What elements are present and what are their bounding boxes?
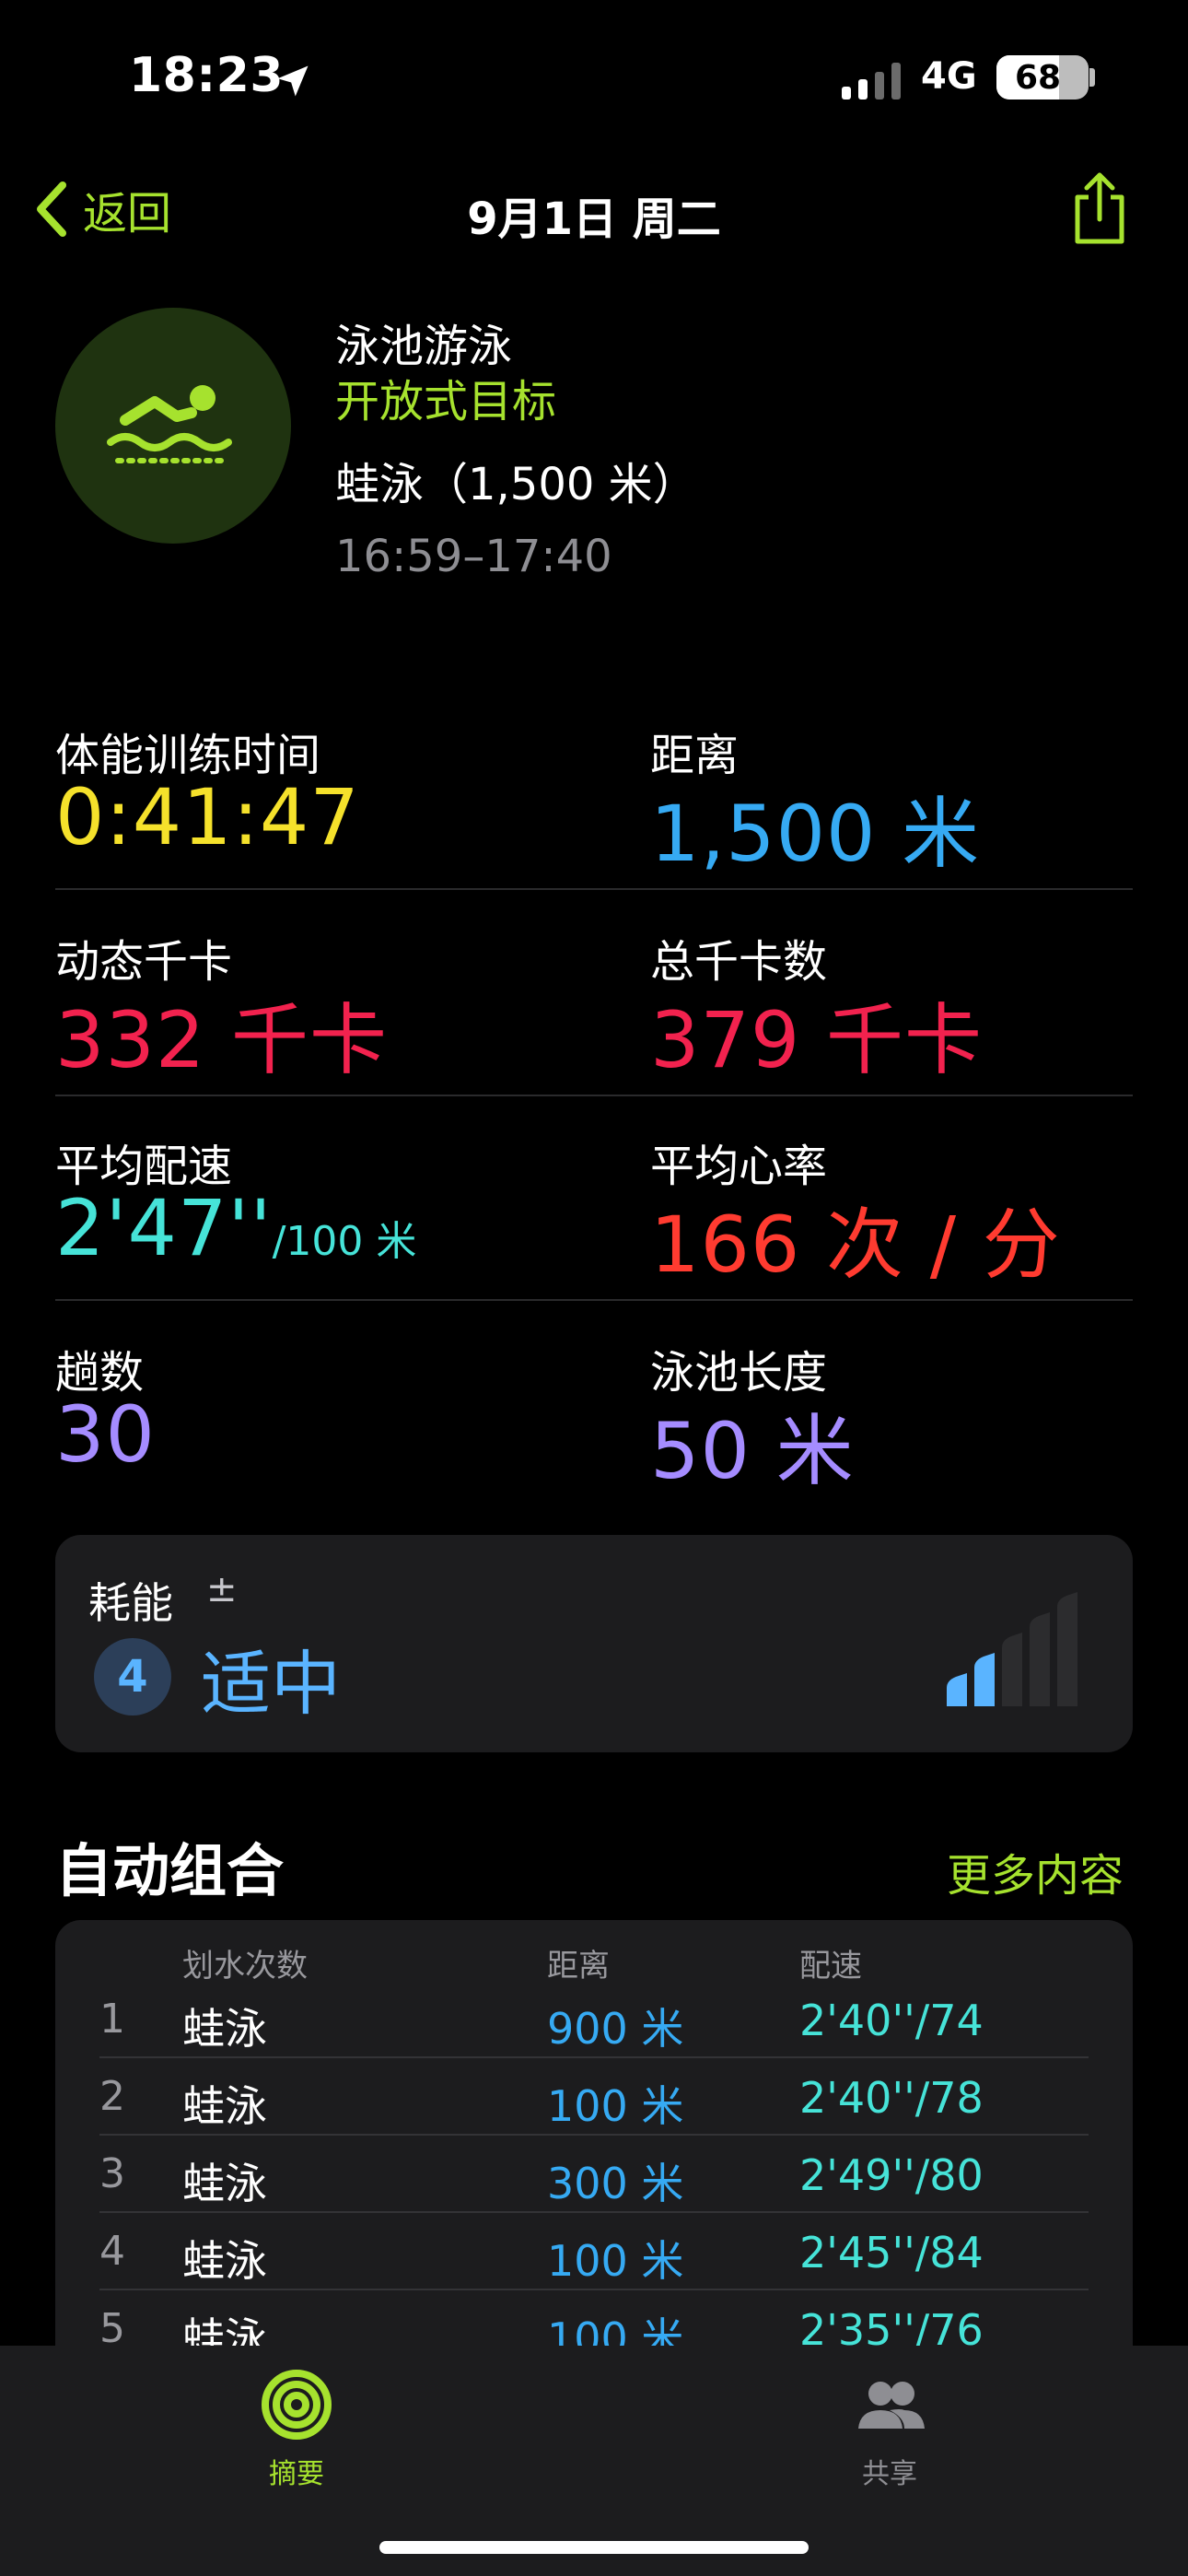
effort-adjust-icon[interactable]: ± [206,1568,238,1610]
table-row: 2 蛙泳 100 米 2'40''/78 [55,2056,1133,2134]
workout-icon [55,308,291,544]
row-distance: 300 米 [547,2159,684,2208]
battery-nub [1089,68,1095,87]
metric-value-total-calories: 379 千卡 [650,995,984,1085]
row-index: 3 [99,2150,125,2197]
row-stroke: 蛙泳 [182,2081,267,2131]
battery-level: 68 [1014,58,1062,97]
page-title: 9月1日 周二 [467,193,721,245]
row-pace: 2'40''/74 [799,1996,984,2045]
metric-unit-avg-pace: /100 米 [272,1218,417,1265]
workout-time-range: 16:59–17:40 [335,531,612,582]
row-distance: 900 米 [547,2004,684,2054]
people-icon [858,2382,925,2429]
auto-sets-title: 自动组合 [55,1837,285,1904]
metric-avg-pace: 2'47''/100 米 [55,1183,416,1273]
workout-stroke: 蛙泳（1,500 米） [335,459,697,510]
effort-level-text: 适中 [201,1643,341,1725]
home-indicator[interactable] [379,2541,809,2554]
row-pace: 2'40''/78 [799,2073,984,2123]
cellular-signal-icon [842,63,901,100]
workout-goal: 开放式目标 [335,376,557,427]
row-pace: 2'45''/84 [799,2228,984,2277]
tab-sharing-label: 共享 [862,2458,917,2490]
row-distance: 100 米 [547,2081,684,2131]
effort-bar [1002,1633,1022,1706]
table-row: 3 蛙泳 300 米 2'49''/80 [55,2134,1133,2211]
effort-bar [1030,1612,1050,1706]
metric-value-avg-pace: 2'47'' [55,1183,273,1273]
effort-bar [1057,1592,1077,1706]
metric-value-laps: 30 [55,1389,156,1480]
effort-card[interactable]: 耗能 ± 4 适中 [55,1535,1133,1752]
effort-bar [974,1653,995,1706]
effort-bars-icon [947,1592,1077,1706]
metric-value-workout-time: 0:41:47 [55,772,360,862]
row-index: 4 [99,2228,125,2275]
tab-sharing[interactable]: 共享 [798,2368,982,2491]
effort-bar [947,1673,967,1706]
row-stroke: 蛙泳 [182,2236,267,2286]
metric-value-pool-length: 50 米 [650,1406,855,1496]
share-icon[interactable] [1066,170,1133,247]
row-index: 1 [99,1996,125,2043]
effort-label: 耗能 [88,1578,173,1628]
metric-value-avg-heart-rate: 166 次 / 分 [650,1200,1061,1290]
row-distance: 100 米 [547,2236,684,2286]
swimmer-icon [107,385,232,463]
table-row: 4 蛙泳 100 米 2'45''/84 [55,2211,1133,2289]
metric-value-distance: 1,500 米 [650,789,981,879]
metric-divider [55,1095,1133,1096]
more-content-link[interactable]: 更多内容 [947,1839,1124,1903]
metric-value-active-calories: 332 千卡 [55,995,389,1085]
effort-level-badge: 4 [94,1638,171,1715]
activity-rings-icon [262,2370,332,2440]
row-stroke: 蛙泳 [182,2159,267,2208]
tab-summary[interactable]: 摘要 [204,2368,389,2491]
tab-summary-label: 摘要 [269,2458,324,2490]
row-index: 2 [99,2073,125,2120]
table-row: 1 蛙泳 900 米 2'40''/74 [55,1979,1133,2056]
network-type: 4G [921,55,977,98]
row-pace: 2'49''/80 [799,2150,984,2200]
metric-divider [55,888,1133,890]
row-stroke: 蛙泳 [182,2004,267,2054]
location-arrow-icon [277,65,309,97]
status-time: 18:23 [129,48,285,103]
battery-icon: 68 [996,55,1089,100]
metric-divider [55,1299,1133,1301]
